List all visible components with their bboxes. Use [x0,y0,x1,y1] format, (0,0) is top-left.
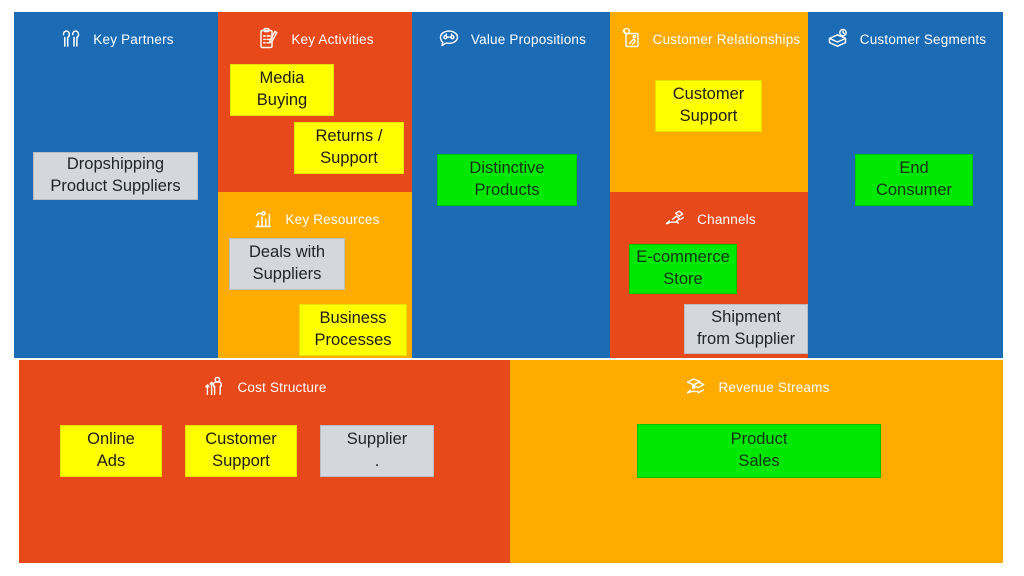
note-customer-support-cost[interactable]: Customer Support [185,425,297,477]
cost-person-arrows-icon [202,374,228,400]
block-value-propositions[interactable]: Value Propositions Distinctive Products [412,12,610,358]
block-revenue-streams[interactable]: Revenue Streams Product Sales [510,360,1003,563]
block-cost-structure[interactable]: Cost Structure Online Ads Customer Suppo… [19,360,510,563]
note-customer-support-relationship[interactable]: Customer Support [655,80,762,132]
block-key-resources[interactable]: Key Resources Deals with Suppliers Busin… [218,192,412,358]
key-partners-header: Key Partners [14,12,218,52]
note-distinctive-products[interactable]: Distinctive Products [437,154,577,206]
note-shipment-from-supplier[interactable]: Shipment from Supplier [684,304,808,354]
note-line: Sales [738,452,780,470]
note-line: End [899,159,929,178]
key-activities-title: Key Activities [291,31,374,47]
note-supplier-cost[interactable]: Supplier . [320,425,434,477]
speech-bubble-icon [436,26,462,52]
key-resources-header: Key Resources [218,192,412,232]
note-product-sales[interactable]: Product Sales [637,424,881,478]
delivery-hand-icon [662,206,688,232]
note-line: Support [320,149,378,167]
note-line: Products [474,181,540,199]
business-model-canvas: Key Partners Dropshipping Product Suppli… [0,0,1024,576]
note-ecommerce-store[interactable]: E-commerce Store [629,244,737,294]
customer-segments-title: Customer Segments [859,31,987,47]
channels-header: Channels [610,192,808,232]
value-propositions-title: Value Propositions [470,31,587,47]
key-resources-title: Key Resources [285,211,380,227]
note-line: E-commerce [636,248,730,267]
key-partners-title: Key Partners [93,31,174,47]
note-line: Store [663,270,703,288]
customer-segments-header: Customer Segments [808,12,1003,52]
block-key-partners[interactable]: Key Partners Dropshipping Product Suppli… [14,12,218,358]
key-activities-header: Key Activities [218,12,412,52]
note-dropshipping-product-suppliers[interactable]: Dropshipping Product Suppliers [33,152,198,200]
note-line: Dropshipping [66,155,165,174]
heart-frame-icon [618,26,644,52]
note-line: from Supplier [696,330,796,348]
cost-structure-title: Cost Structure [237,379,327,395]
note-line: Online [87,430,135,449]
note-line: Consumer [875,181,953,199]
segments-layers-icon [825,26,851,52]
note-line: Customer [672,85,745,104]
channels-title: Channels [697,211,756,227]
note-end-consumer[interactable]: End Consumer [855,154,973,206]
note-line: Supplier [346,430,408,449]
note-online-ads[interactable]: Online Ads [60,425,162,477]
revenue-streams-title: Revenue Streams [718,379,830,395]
note-line: Product Suppliers [50,177,181,195]
note-line: Shipment [711,308,781,327]
cost-structure-header: Cost Structure [19,360,510,400]
note-line: Buying [256,91,308,109]
bar-chart-icon [250,206,276,232]
note-line: Deals with [248,243,326,262]
note-returns-support[interactable]: Returns / Support [294,122,404,174]
block-customer-segments[interactable]: Customer Segments End Consumer [808,12,1003,358]
customer-relationships-header: Customer Relationships [610,12,808,52]
note-line: Business [319,309,387,328]
note-line: Support [212,452,270,470]
customer-relationships-title: Customer Relationships [652,31,801,47]
money-hand-icon [683,374,709,400]
note-line: Media [259,69,305,88]
note-line: Ads [96,452,126,470]
block-channels[interactable]: Channels E-commerce Store Shipment from … [610,192,808,358]
block-customer-relationships[interactable]: Customer Relationships Customer Support [610,12,808,192]
note-deals-with-suppliers[interactable]: Deals with Suppliers [229,238,345,290]
clipboard-checklist-icon [256,26,282,52]
note-line: Product [730,430,788,449]
block-key-activities[interactable]: Key Activities Media Buying Returns / Su… [218,12,412,192]
note-line: Processes [314,331,392,349]
value-propositions-header: Value Propositions [412,12,610,52]
note-line: Returns / [315,127,383,146]
note-line: Support [679,107,738,125]
note-media-buying[interactable]: Media Buying [230,64,334,116]
note-line: Customer [205,430,277,449]
note-line: Suppliers [252,265,322,283]
two-people-icon [58,26,84,52]
note-line: Distinctive [469,159,545,178]
note-line: . [374,452,380,470]
revenue-streams-header: Revenue Streams [510,360,1003,400]
note-business-processes[interactable]: Business Processes [299,304,407,356]
